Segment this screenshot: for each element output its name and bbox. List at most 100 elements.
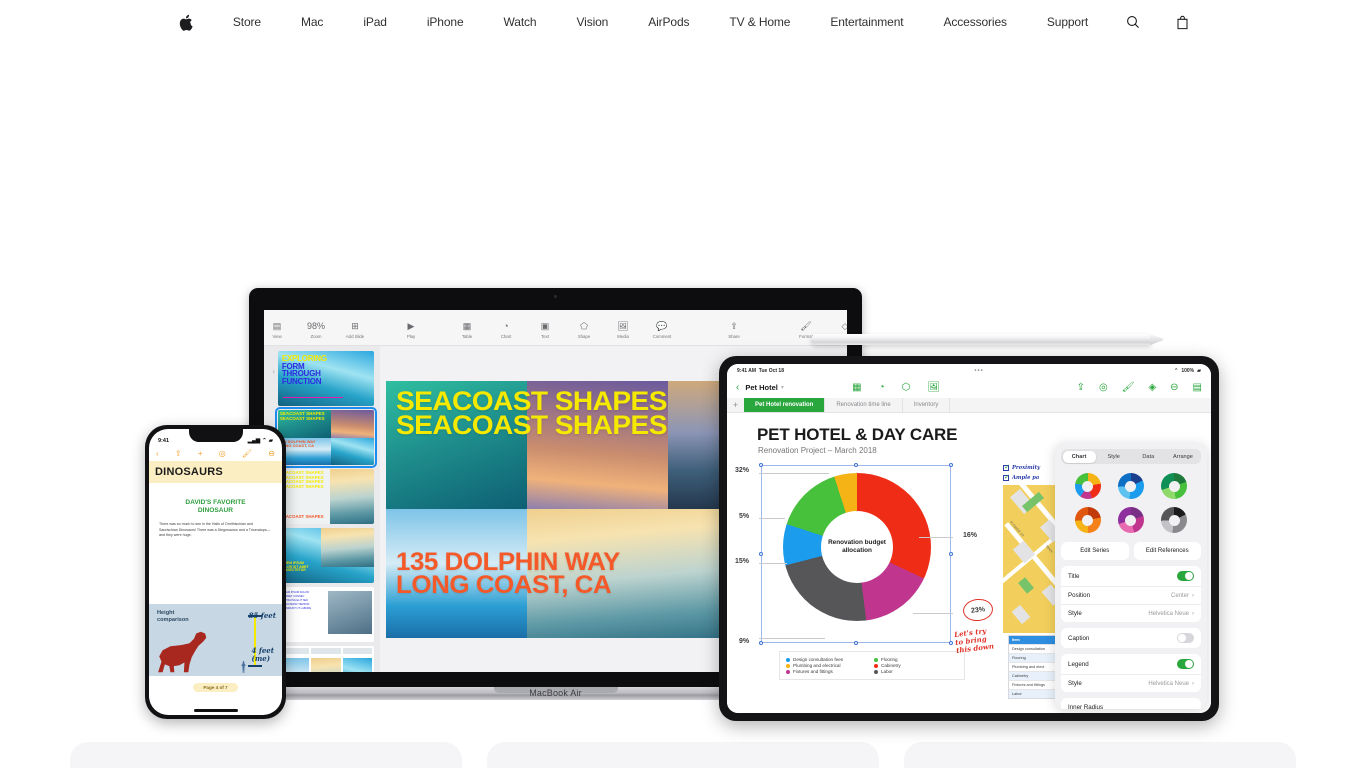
add-sheet-button[interactable]: + (727, 398, 744, 412)
comment-button[interactable]: 💬 Comment (649, 320, 675, 340)
back-chevron-icon[interactable]: ‹ (736, 382, 739, 393)
play-button[interactable]: ▶ Play (398, 320, 424, 340)
nav-item-vision[interactable]: Vision (556, 0, 628, 44)
chevron-down-icon[interactable]: ▾ (781, 384, 784, 391)
table-button[interactable]: ▦ Table (454, 320, 480, 340)
title-toggle[interactable] (1177, 571, 1194, 581)
view-button[interactable]: ▤ View (264, 320, 290, 340)
document-name[interactable]: Pet Hotel (745, 383, 778, 392)
nav-item-iphone[interactable]: iPhone (407, 0, 484, 44)
donut-chart[interactable]: Renovation budget allocation 32% 16% 23%… (735, 463, 1025, 645)
slice-value-fixtures: 16% (962, 532, 977, 539)
edit-references-button[interactable]: Edit References (1133, 542, 1201, 560)
selection-handle[interactable] (854, 641, 858, 645)
sheet-tab-pet-hotel-renovation[interactable]: Pet Hotel renovation (744, 398, 826, 412)
nav-item-support[interactable]: Support (1027, 0, 1108, 44)
nav-item-watch[interactable]: Watch (484, 0, 557, 44)
tab-style[interactable]: Style (1097, 451, 1130, 463)
chart-style-option[interactable] (1161, 507, 1188, 533)
nav-item-entertainment[interactable]: Entertainment (810, 0, 923, 44)
multitask-handle[interactable]: ••• (974, 368, 983, 374)
shape-button[interactable]: ⬠ Shape (571, 320, 597, 340)
search-icon[interactable] (1108, 15, 1158, 29)
tab-arrange[interactable]: Arrange (1166, 451, 1199, 463)
document-options-icon[interactable]: ▤ (1193, 382, 1202, 393)
chart-button[interactable]: ◔ Chart (493, 320, 519, 339)
slide-thumbnail[interactable]: EXPLORING FORM THROUGH FUNCTION (277, 351, 374, 406)
chart-style-option[interactable] (1161, 473, 1188, 499)
share-button[interactable]: ⇪ Share (721, 320, 747, 340)
chart-inspector-panel[interactable]: Chart Style Data Arrange Edit Series Edi… (1055, 443, 1207, 709)
chart-style-option[interactable] (1117, 473, 1144, 499)
slide-thumbnail[interactable]: LOREM IPSUM DOLOR SIT AMET CONSEC ADIPISCI… (277, 587, 374, 642)
promo-card-1[interactable] (70, 742, 462, 768)
tab-data[interactable]: Data (1132, 451, 1165, 463)
apple-pencil (811, 334, 1151, 345)
promo-card-3[interactable] (904, 742, 1296, 768)
play-icon: ▶ (407, 320, 415, 331)
slide-thumbnail[interactable]: LOREM IPSUM DOLOR SIT AMET CONSECTETUR (277, 528, 374, 583)
add-icon[interactable]: + (198, 449, 203, 458)
nav-item-ipad[interactable]: iPad (343, 0, 407, 44)
insert-shape-icon[interactable]: ⬡ (902, 382, 911, 393)
brush-icon[interactable]: 🖌 (242, 449, 252, 458)
row-legend-style[interactable]: Style Helvetica Neue › (1061, 675, 1201, 692)
selection-handle[interactable] (949, 463, 953, 467)
apple-logo-icon[interactable] (159, 14, 213, 31)
selection-handle[interactable] (759, 463, 763, 467)
sheet-tab-renovation-time-line[interactable]: Renovation time line (825, 398, 903, 412)
selection-handle[interactable] (759, 641, 763, 645)
selection-handle[interactable] (949, 641, 953, 645)
add-slide-button[interactable]: ⊞ Add Slide (342, 320, 368, 340)
insert-media-icon[interactable]: 🖼 (927, 382, 940, 393)
selection-handle[interactable] (854, 463, 858, 467)
insert-icon[interactable]: ⊖ (1170, 382, 1178, 393)
slide-thumbnail-item[interactable]: 1 EXPLORING FORM THROUGH FUNCTION (270, 351, 374, 406)
insert-chart-icon[interactable]: ◔ (879, 382, 885, 393)
text-button[interactable]: ▣ Text (532, 320, 558, 340)
row-title[interactable]: Title (1061, 566, 1201, 587)
pages-document[interactable]: DINOSAURS DAVID'S FAVORITE DINOSAUR Ther… (149, 461, 282, 698)
promo-card-2[interactable] (487, 742, 879, 768)
nav-item-store[interactable]: Store (213, 0, 281, 44)
numbers-canvas[interactable]: PET HOTEL & DAY CARE Renovation Project … (727, 413, 1211, 713)
row-caption[interactable]: Caption (1061, 628, 1201, 648)
slide-thumbnail[interactable]: SEACOAST SHAPES SEACOAST SHAPES SEACOAST S… (277, 469, 374, 524)
sheet-tab-inventory[interactable]: Inventory (903, 398, 951, 412)
share-icon[interactable]: ⇪ (1077, 382, 1085, 393)
back-icon[interactable]: ‹ (156, 449, 159, 458)
home-indicator[interactable] (193, 709, 238, 712)
row-title-style[interactable]: Style Helvetica Neue › (1061, 605, 1201, 622)
chart-style-option[interactable] (1117, 507, 1144, 533)
more-icon[interactable]: ⊖ (268, 449, 275, 458)
share-icon[interactable]: ⇪ (175, 449, 182, 458)
promo-cards-row (0, 742, 1366, 768)
slide-thumbnail[interactable]: PROCESS (277, 646, 374, 672)
selection-handle[interactable] (949, 552, 953, 556)
slide-thumbnail-selected[interactable]: SEACOAST SHAPES SEACOAST SHAPES 135 DOLPH… (274, 407, 378, 468)
insert-table-icon[interactable]: ▦ (852, 382, 861, 393)
chart-style-option[interactable] (1074, 507, 1101, 533)
media-button[interactable]: 🖼 Media (610, 320, 636, 340)
nav-item-airpods[interactable]: AirPods (628, 0, 709, 44)
shopping-bag-icon[interactable] (1158, 15, 1207, 30)
row-legend[interactable]: Legend (1061, 654, 1201, 675)
selection-handle[interactable] (759, 552, 763, 556)
legend-toggle[interactable] (1177, 659, 1194, 669)
collaborate-icon[interactable]: ◈ (1148, 382, 1156, 393)
tab-chart[interactable]: Chart (1062, 450, 1096, 463)
edit-series-button[interactable]: Edit Series (1061, 542, 1129, 560)
nav-item-accessories[interactable]: Accessories (924, 0, 1027, 44)
donut-ring[interactable]: Renovation budget allocation (783, 473, 931, 621)
undo-icon[interactable]: ◎ (1099, 382, 1108, 393)
row-position[interactable]: Position Center › (1061, 587, 1201, 605)
caption-toggle[interactable] (1177, 633, 1194, 643)
nav-item-tv-home[interactable]: TV & Home (709, 0, 810, 44)
format-brush-icon[interactable]: 🖌 (1122, 382, 1135, 393)
nav-item-mac[interactable]: Mac (281, 0, 343, 44)
undo-icon[interactable]: ◎ (219, 449, 226, 458)
table-icon: ▦ (462, 320, 472, 331)
zoom-control[interactable]: 98% Zoom (303, 320, 329, 339)
chart-style-option[interactable] (1074, 473, 1101, 499)
device-lineup: ▤ View 98% Zoom ⊞ Add Slide ▶ Play ▦ Tab… (0, 44, 1366, 738)
